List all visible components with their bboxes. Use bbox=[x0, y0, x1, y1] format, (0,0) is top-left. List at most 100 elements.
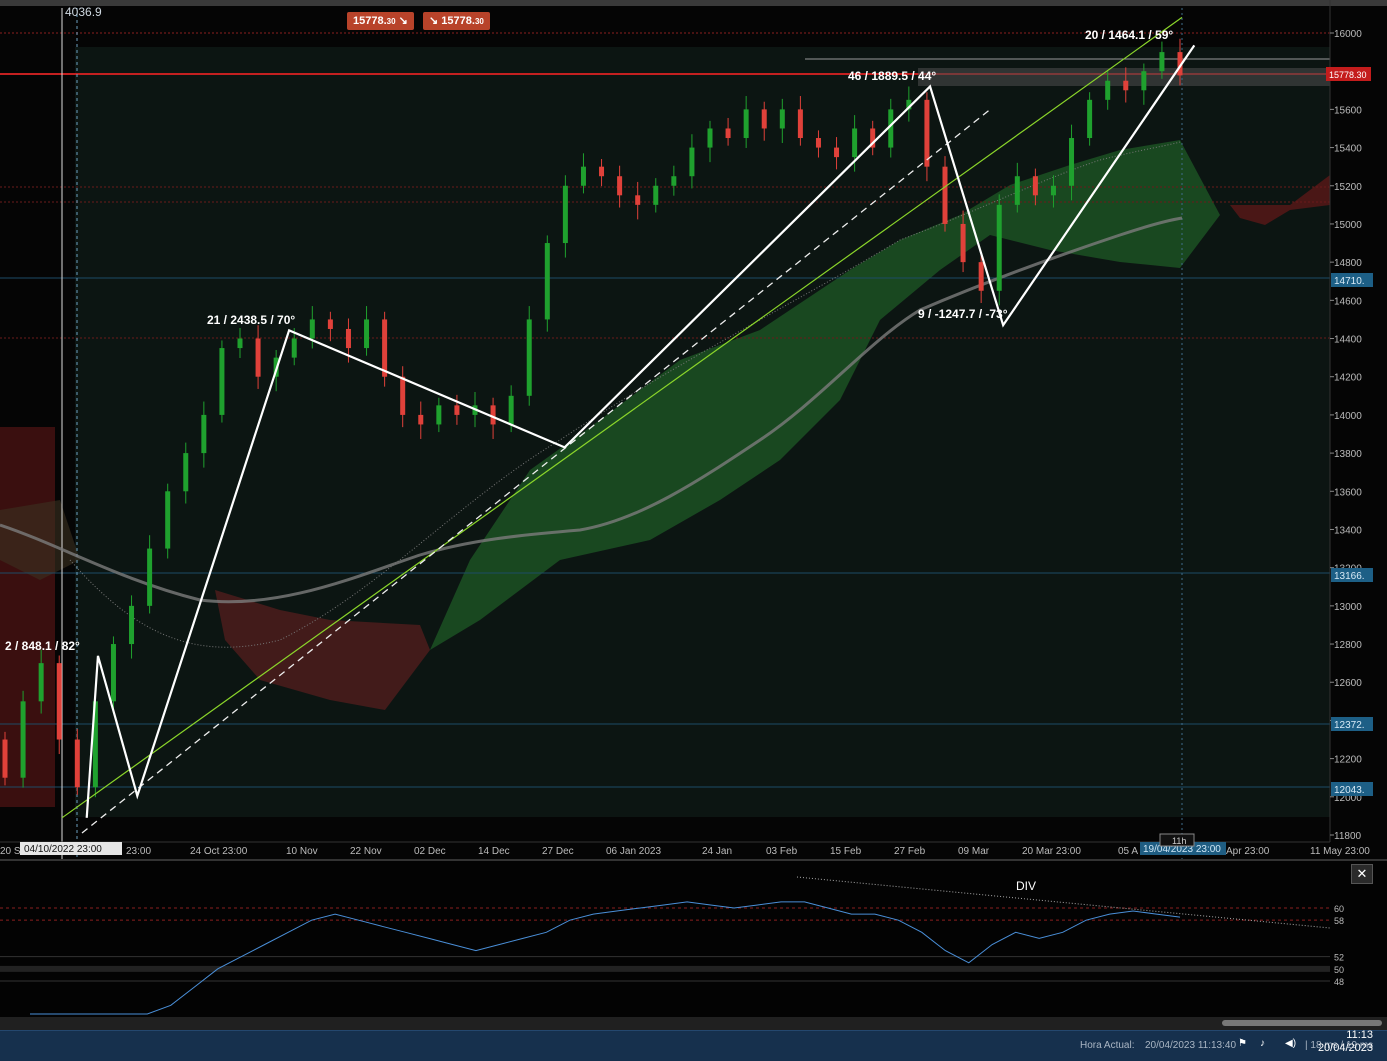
top-window-border bbox=[0, 0, 1387, 6]
candle-body bbox=[635, 195, 641, 205]
x-tick-label: 10 Nov bbox=[286, 846, 318, 857]
candle-body bbox=[1105, 80, 1111, 100]
candle-body bbox=[743, 109, 749, 139]
candle-body bbox=[309, 319, 315, 339]
y-tick-label: 14000 bbox=[1334, 411, 1362, 422]
indicator-level-label: 50 bbox=[1334, 965, 1344, 975]
candle-body bbox=[1123, 80, 1129, 91]
candle-body bbox=[960, 223, 966, 263]
candle-body bbox=[978, 262, 984, 291]
speaker-icon[interactable]: ◀) bbox=[1285, 1038, 1296, 1049]
candle-body bbox=[761, 109, 767, 129]
x-tick-label: 11 May 23:00 bbox=[1310, 846, 1370, 857]
candle-body bbox=[1032, 176, 1038, 196]
clock-time: 11:13 bbox=[1346, 1029, 1373, 1041]
buy-price-button[interactable]: ↘ 15778.30 bbox=[423, 12, 490, 30]
candle-body bbox=[1069, 138, 1075, 186]
zigzag-annotation: 9 / -1247.7 / -73° bbox=[918, 307, 1008, 321]
candle-body bbox=[382, 319, 388, 377]
candle-body bbox=[291, 338, 297, 358]
y-tick-label: 14600 bbox=[1334, 296, 1362, 307]
candle-body bbox=[454, 405, 460, 415]
x-tick-label: 03 Feb bbox=[766, 846, 798, 857]
candle-body bbox=[1087, 99, 1093, 139]
sell-price-button[interactable]: 15778.30 ↘ bbox=[347, 12, 414, 30]
x-tick-label: 05 A bbox=[1118, 846, 1138, 857]
y-tick-label: 16000 bbox=[1334, 29, 1362, 40]
candle-body bbox=[400, 376, 406, 415]
candle-body bbox=[147, 548, 153, 606]
candle-body bbox=[725, 128, 731, 139]
sell-price-label: 15778. bbox=[353, 15, 387, 27]
zigzag-annotation: 20 / 1464.1 / 59° bbox=[1085, 28, 1173, 42]
sell-arrow-icon: ↘ bbox=[398, 15, 408, 27]
candle-body bbox=[38, 663, 44, 702]
status-label: Hora Actual: bbox=[1080, 1040, 1135, 1051]
buy-price-sub: 30 bbox=[474, 17, 484, 26]
buy-price-label: 15778. bbox=[441, 15, 475, 27]
y-tick-label: 12200 bbox=[1334, 755, 1362, 766]
x-tick-label: 02 Dec bbox=[414, 846, 446, 857]
candle-body bbox=[852, 128, 858, 158]
indicator-panel bbox=[0, 860, 1387, 1017]
divergence-label: DIV bbox=[1016, 879, 1036, 893]
status-bar: Hora Actual: 20/04/2023 11:13:40 ⚑ ♪ ◀) … bbox=[0, 1030, 1387, 1061]
indicator-level-label: 58 bbox=[1334, 916, 1344, 926]
y-tick-label: 15400 bbox=[1334, 144, 1362, 155]
x-tick-label: 14 Dec bbox=[478, 846, 510, 857]
candle-body bbox=[526, 319, 532, 396]
price-badge-label: 12372. bbox=[1334, 720, 1365, 731]
x-tick-label: 24 Jan bbox=[702, 846, 732, 857]
indicator-level-label: 52 bbox=[1334, 953, 1344, 963]
x-tick-label: 27 Feb bbox=[894, 846, 926, 857]
x-tick-label: 09 Mar bbox=[958, 846, 990, 857]
y-tick-label: 13000 bbox=[1334, 602, 1362, 613]
close-icon: ✕ bbox=[1356, 866, 1368, 881]
candle-body bbox=[436, 405, 442, 425]
zigzag-annotation: 2 / 848.1 / 82° bbox=[5, 639, 80, 653]
close-indicator-button[interactable]: ✕ bbox=[1351, 864, 1373, 884]
status-datetime: 20/04/2023 11:13:40 bbox=[1145, 1040, 1237, 1051]
y-tick-label: 12600 bbox=[1334, 678, 1362, 689]
candle-body bbox=[599, 166, 605, 177]
candle-body bbox=[617, 176, 623, 196]
candle-body bbox=[201, 414, 207, 454]
y-tick-label: 12800 bbox=[1334, 640, 1362, 651]
candle-body bbox=[345, 328, 351, 349]
candle-body bbox=[508, 395, 514, 425]
sell-price-sub: 30 bbox=[386, 17, 396, 26]
candle-body bbox=[942, 166, 948, 224]
flag-icon[interactable]: ⚑ bbox=[1238, 1038, 1247, 1049]
price-badge-label: 12043. bbox=[1334, 785, 1365, 796]
y-tick-label: 13600 bbox=[1334, 487, 1362, 498]
candle-body bbox=[580, 166, 586, 186]
candle-body bbox=[1141, 71, 1147, 91]
candle-body bbox=[544, 243, 550, 320]
candle-body bbox=[364, 319, 370, 349]
y-tick-label: 15600 bbox=[1334, 105, 1362, 116]
candle-body bbox=[671, 176, 677, 186]
x-tick-label: 24 Oct 23:00 bbox=[190, 846, 248, 857]
indicator-level-label: 60 bbox=[1334, 904, 1344, 914]
indicator-level-label: 48 bbox=[1334, 977, 1344, 987]
price-badge-label: 14710. bbox=[1334, 276, 1365, 287]
candle-body bbox=[490, 405, 496, 425]
candle-body bbox=[327, 319, 333, 329]
candle-body bbox=[834, 147, 840, 158]
sound-icon[interactable]: ♪ bbox=[1260, 1038, 1265, 1049]
scrollbar-thumb[interactable] bbox=[1222, 1020, 1382, 1026]
current-price-label: 15778.30 bbox=[1329, 70, 1367, 80]
candle-body bbox=[129, 605, 135, 645]
x-tick-label: 06 Jan 2023 bbox=[606, 846, 661, 857]
candle-body bbox=[996, 204, 1002, 291]
chart-canvas[interactable]: 2 / 848.1 / 82° 21 / 2438.5 / 70° 46 / 188… bbox=[0, 0, 1387, 1060]
candle-body bbox=[924, 99, 930, 167]
y-tick-label: 13800 bbox=[1334, 449, 1362, 460]
y-tick-label: 13400 bbox=[1334, 525, 1362, 536]
candle-body bbox=[110, 644, 116, 702]
candle-body bbox=[797, 109, 803, 139]
x-tick-label-partial: 23:00 bbox=[126, 846, 151, 857]
x-tick-label: 22 Nov bbox=[350, 846, 382, 857]
candle-body bbox=[2, 739, 8, 778]
candle-body bbox=[689, 147, 695, 177]
